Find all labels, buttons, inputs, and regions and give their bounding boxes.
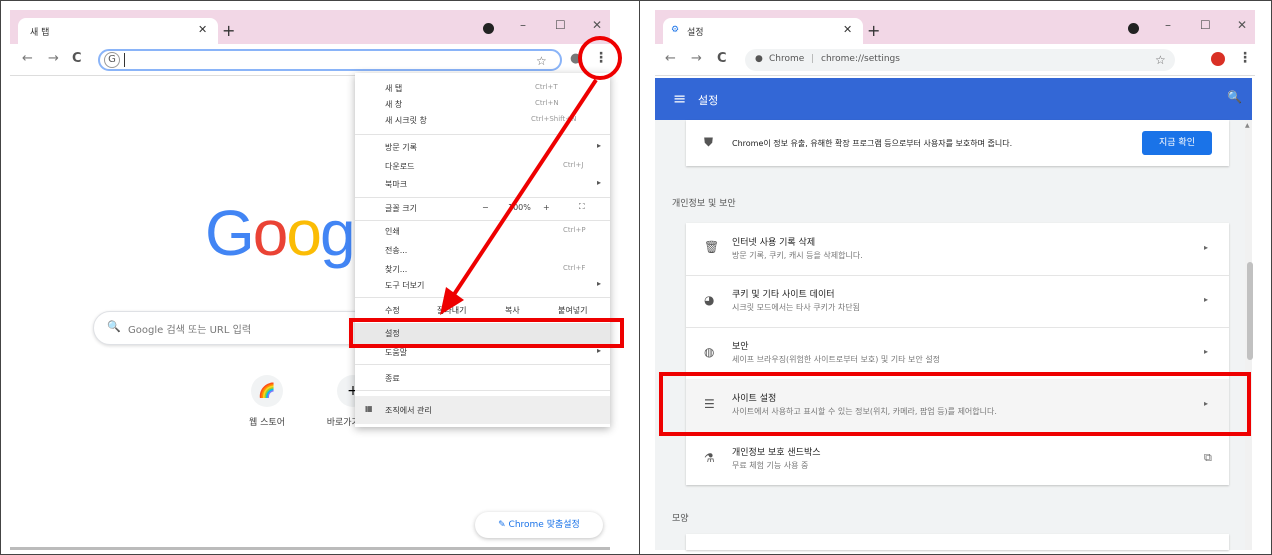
star-icon[interactable]: ☆	[1155, 53, 1166, 67]
close-icon[interactable]: ✕	[843, 23, 852, 36]
reload-icon[interactable]: C	[717, 51, 727, 66]
shield-icon: ⛊	[704, 135, 714, 149]
menu-icon[interactable]: ≡	[673, 89, 686, 108]
scroll-up-icon[interactable]: ▲	[1245, 122, 1250, 129]
cookie-icon: ◕	[704, 293, 715, 307]
arrow-right-icon: ▸	[1204, 243, 1209, 252]
row-cookies[interactable]: ◕ 쿠키 및 기타 사이트 데이터 시크릿 모드에서는 타사 쿠키가 차단됨 ▸	[686, 275, 1229, 327]
row-subtitle: 세이프 브라우징(위험한 사이트로부터 보호) 및 기타 보안 설정	[732, 355, 941, 364]
minimize-icon[interactable]: –	[1165, 18, 1171, 32]
safety-check-card: ⛊ Chrome이 정보 유출, 유해한 확장 프로그램 등으로부터 사용자를 …	[686, 120, 1229, 166]
appearance-card	[686, 534, 1229, 550]
section-appearance: 모양	[672, 514, 689, 524]
highlight-box-site-settings	[659, 372, 1251, 436]
section-privacy: 개인정보 및 보안	[672, 199, 736, 209]
scrollbar-thumb[interactable]	[1247, 262, 1253, 360]
window-close-icon[interactable]: ✕	[1237, 18, 1247, 32]
settings-header: ≡ 설정 🔍	[655, 78, 1252, 120]
privacy-card: 🗑 인터넷 사용 기록 삭제 방문 기록, 쿠키, 캐시 등을 삭제합니다. ▸…	[686, 223, 1229, 485]
address-bar[interactable]: ● Chrome | chrome://settings ☆	[745, 49, 1175, 71]
row-privacy-sandbox[interactable]: ⚗ 개인정보 보호 샌드박스 무료 체험 기능 사용 중 ⧉	[686, 433, 1229, 485]
row-subtitle: 무료 체험 기능 사용 중	[732, 461, 809, 470]
arrow-right-icon: ▸	[1204, 295, 1209, 304]
trash-icon: 🗑	[704, 240, 720, 254]
row-title: 인터넷 사용 기록 삭제	[732, 238, 816, 248]
check-now-button[interactable]: 지금 확인	[1142, 131, 1212, 155]
page-title: 설정	[698, 94, 719, 107]
tab-title: 설정	[687, 28, 704, 38]
row-title: 개인정보 보호 샌드박스	[732, 448, 821, 458]
settings-gear-icon: ⚙	[671, 25, 680, 35]
back-icon[interactable]: ←	[665, 51, 676, 66]
plus-icon[interactable]: +	[867, 21, 880, 40]
url-separator: |	[811, 54, 815, 64]
maximize-icon[interactable]: ☐	[1200, 18, 1211, 32]
search-icon[interactable]: 🔍	[1227, 90, 1242, 104]
menu-dots-icon[interactable]: ⋮	[1238, 50, 1252, 66]
security-globe-icon: ◍	[704, 345, 715, 359]
open-external-icon: ⧉	[1204, 451, 1212, 464]
row-title: 쿠키 및 기타 사이트 데이터	[732, 290, 835, 300]
row-title: 보안	[732, 342, 749, 352]
avatar[interactable]	[1211, 52, 1225, 66]
arrow-right-icon: ▸	[1204, 347, 1209, 356]
row-clear-browsing-data[interactable]: 🗑 인터넷 사용 기록 삭제 방문 기록, 쿠키, 캐시 등을 삭제합니다. ▸	[686, 223, 1229, 275]
tab-strip: ⚙ 설정 ✕ + – ☐ ✕	[655, 10, 1255, 44]
url-prefix: Chrome	[769, 54, 805, 64]
forward-icon[interactable]: →	[691, 51, 702, 66]
profile-dot-icon[interactable]	[1128, 23, 1139, 34]
row-subtitle: 시크릿 모드에서는 타사 쿠키가 차단됨	[732, 303, 860, 312]
red-arrow	[440, 78, 598, 315]
tab-settings[interactable]: ⚙ 설정 ✕	[663, 18, 863, 44]
row-subtitle: 방문 기록, 쿠키, 캐시 등을 삭제합니다.	[732, 251, 863, 260]
site-info-icon[interactable]: ●	[755, 54, 763, 64]
toolbar: ← → C ● Chrome | chrome://settings ☆ ⋮	[655, 44, 1255, 76]
safety-text: Chrome이 정보 유출, 유해한 확장 프로그램 등으로부터 사용자를 보호…	[732, 139, 1013, 148]
flask-icon: ⚗	[704, 451, 715, 465]
url-text: chrome://settings	[821, 54, 900, 64]
